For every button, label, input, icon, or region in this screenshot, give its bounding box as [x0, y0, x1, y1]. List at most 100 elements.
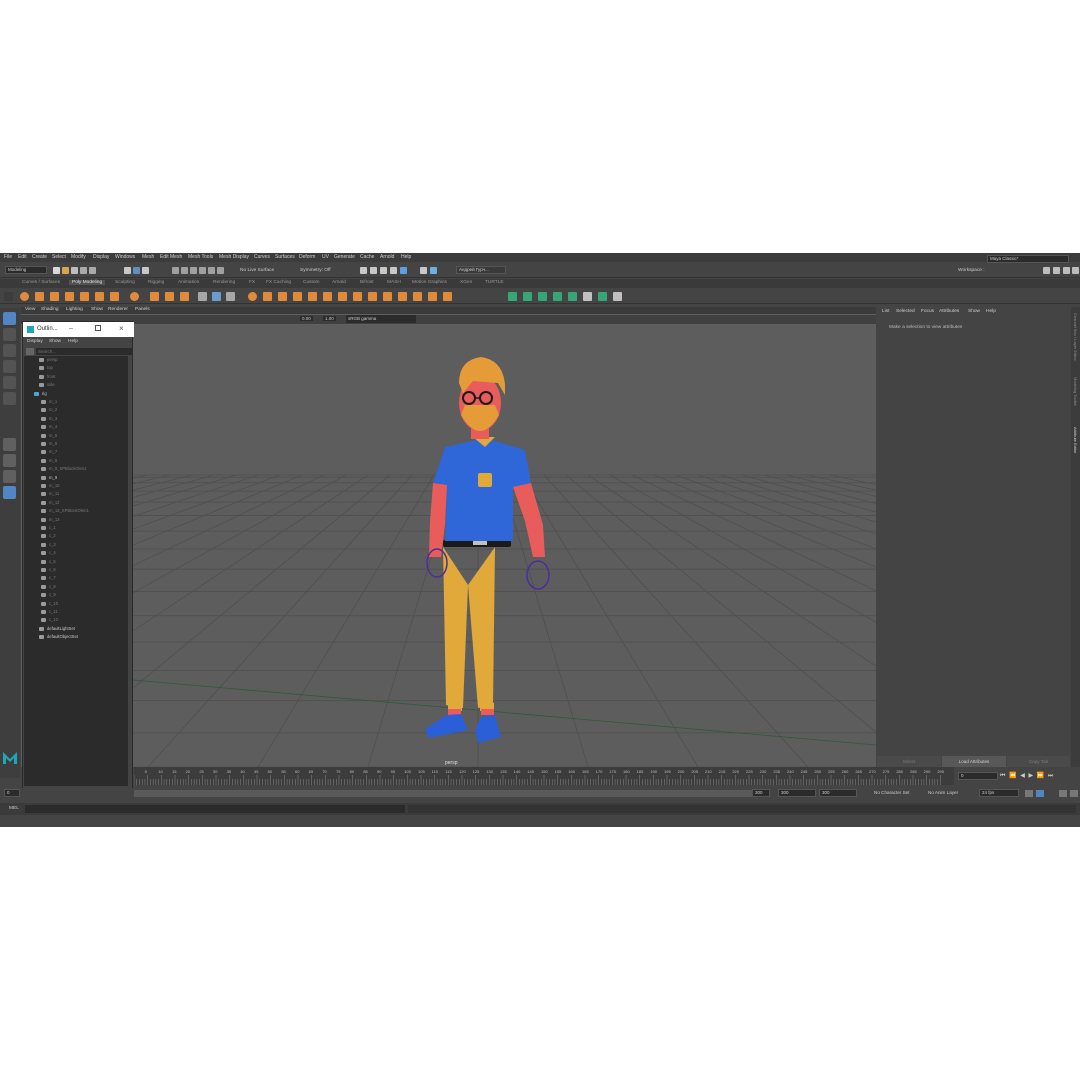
- boolean-icon[interactable]: [248, 292, 257, 301]
- shelf-tab-custom[interactable]: Custom: [303, 280, 320, 285]
- menu-arnold[interactable]: Arnold: [380, 254, 394, 260]
- mirror-icon[interactable]: [428, 292, 437, 301]
- outliner-item[interactable]: c_7: [24, 574, 128, 582]
- menu-uv[interactable]: UV: [322, 254, 329, 260]
- outliner-search-input[interactable]: Search...: [36, 348, 132, 355]
- menu-cache[interactable]: Cache: [360, 254, 374, 260]
- menu-mesh-tools[interactable]: Mesh Tools: [188, 254, 213, 260]
- command-input[interactable]: [25, 805, 405, 813]
- extrude-icon[interactable]: [263, 292, 272, 301]
- edge-loop-icon[interactable]: [368, 292, 377, 301]
- panel-menu-lighting[interactable]: Lighting: [66, 307, 83, 312]
- shelf-menu-icon[interactable]: [4, 292, 13, 301]
- uv-editor-icon[interactable]: [583, 292, 592, 301]
- shelf-tab-poly-modeling[interactable]: Poly Modeling: [69, 280, 106, 285]
- panel-menu-view[interactable]: View: [25, 307, 35, 312]
- shelf-tab-sculpting[interactable]: Sculpting: [115, 280, 135, 285]
- persp-outliner-layout-icon[interactable]: [3, 486, 16, 499]
- menu-curves[interactable]: Curves: [254, 254, 270, 260]
- scale-tool-icon[interactable]: [3, 392, 16, 405]
- target-weld-icon[interactable]: [353, 292, 362, 301]
- outliner-item[interactable]: c_2: [24, 532, 128, 540]
- ipr-render-icon[interactable]: [370, 267, 377, 274]
- panel-menu-renderer[interactable]: Renderer: [108, 307, 128, 312]
- poly-disc-icon[interactable]: [110, 292, 119, 301]
- minimize-icon[interactable]: –: [69, 325, 73, 332]
- menu-file[interactable]: File: [4, 254, 12, 260]
- outliner-item[interactable]: top: [24, 364, 128, 372]
- multi-cut-icon[interactable]: [338, 292, 347, 301]
- shelf-tab-curves-surfaces[interactable]: Curves / Surfaces: [22, 280, 60, 285]
- type-icon[interactable]: [165, 292, 174, 301]
- outliner-item[interactable]: c_12: [24, 616, 128, 624]
- live-surface-label[interactable]: No Live Surface: [240, 268, 274, 273]
- render-frame-icon[interactable]: [360, 267, 367, 274]
- exposure-field[interactable]: 0.00: [300, 316, 313, 321]
- close-icon[interactable]: ×: [119, 324, 124, 333]
- menu-select[interactable]: Select: [52, 254, 66, 260]
- open-scene-icon[interactable]: [62, 267, 69, 274]
- hypershade-icon[interactable]: [390, 267, 397, 274]
- four-view-layout-icon[interactable]: [3, 454, 16, 467]
- range-end-inner-field[interactable]: 300: [778, 789, 816, 797]
- menu-surfaces[interactable]: Surfaces: [275, 254, 295, 260]
- snap-live-icon[interactable]: [217, 267, 224, 274]
- poly-cone-icon[interactable]: [65, 292, 74, 301]
- uv-cut-icon[interactable]: [613, 292, 622, 301]
- attr-menu-show[interactable]: Show: [968, 309, 980, 314]
- outliner-item[interactable]: c_11: [24, 608, 128, 616]
- outliner-item[interactable]: side: [24, 381, 128, 389]
- tab-attribute-editor[interactable]: Attribute Editor: [1073, 427, 1078, 453]
- outliner-item[interactable]: m_13: [24, 516, 128, 524]
- snap-curve-icon[interactable]: [181, 267, 188, 274]
- show-attribute-editor-icon[interactable]: [1053, 267, 1060, 274]
- select-object-icon[interactable]: [133, 267, 140, 274]
- fill-hole-icon[interactable]: [323, 292, 332, 301]
- outliner-item[interactable]: c_3: [24, 541, 128, 549]
- new-scene-icon[interactable]: [53, 267, 60, 274]
- color-space-dropdown[interactable]: sRGB gamma: [346, 315, 416, 323]
- outliner-item[interactable]: m_4: [24, 423, 128, 431]
- outliner-item[interactable]: front: [24, 373, 128, 381]
- menu-generate[interactable]: Generate: [334, 254, 355, 260]
- outliner-title-bar[interactable]: Outlin... – ×: [23, 322, 134, 337]
- outliner-menu-show[interactable]: Show: [49, 339, 61, 344]
- menu-windows[interactable]: Windows: [115, 254, 135, 260]
- poly-platonic-icon[interactable]: [130, 292, 139, 301]
- outliner-item[interactable]: c_6: [24, 566, 128, 574]
- attr-menu-attributes[interactable]: Attributes: [939, 309, 959, 314]
- outliner-item[interactable]: c_8: [24, 583, 128, 591]
- svg-icon[interactable]: [180, 292, 189, 301]
- quad-draw-icon[interactable]: [413, 292, 422, 301]
- tab-channel-box[interactable]: Channel Box / Layer Editor: [1073, 313, 1078, 361]
- workspace-dropdown[interactable]: Maya Classic*: [987, 255, 1069, 263]
- outliner-item[interactable]: m_11: [24, 490, 128, 498]
- rotate-tool-icon[interactable]: [3, 376, 16, 389]
- outliner-item[interactable]: m_7: [24, 448, 128, 456]
- range-end-field[interactable]: 300: [819, 789, 857, 797]
- range-bar[interactable]: [134, 790, 764, 797]
- uv-layout-icon[interactable]: [598, 292, 607, 301]
- menu-help[interactable]: Help: [401, 254, 411, 260]
- outliner-item[interactable]: m_5: [24, 432, 128, 440]
- undo-icon[interactable]: [80, 267, 87, 274]
- outliner-item[interactable]: m_6: [24, 440, 128, 448]
- select-tool-icon[interactable]: [3, 312, 16, 325]
- snap-view-icon[interactable]: [199, 267, 206, 274]
- poly-sphere-icon[interactable]: [20, 292, 29, 301]
- panel-menu-show[interactable]: Show: [91, 307, 103, 312]
- menu-edit[interactable]: Edit: [18, 254, 27, 260]
- 3d-viewport[interactable]: persp: [133, 325, 876, 767]
- outliner-item[interactable]: c_1: [24, 524, 128, 532]
- outliner-item[interactable]: m_9: [24, 474, 128, 482]
- menu-set-dropdown[interactable]: Modeling: [5, 266, 47, 274]
- menu-mesh[interactable]: Mesh: [142, 254, 154, 260]
- poly-cylinder-icon[interactable]: [50, 292, 59, 301]
- show-modeling-toolkit-icon[interactable]: [1043, 267, 1050, 274]
- poly-plane-icon[interactable]: [95, 292, 104, 301]
- outliner-item[interactable]: m_2: [24, 406, 128, 414]
- shelf-tab-motion-graphics[interactable]: Motion Graphics: [412, 280, 447, 285]
- current-frame-field[interactable]: 0: [958, 772, 998, 780]
- snap-surface-icon[interactable]: [208, 267, 215, 274]
- single-perspective-layout-icon[interactable]: [3, 438, 16, 451]
